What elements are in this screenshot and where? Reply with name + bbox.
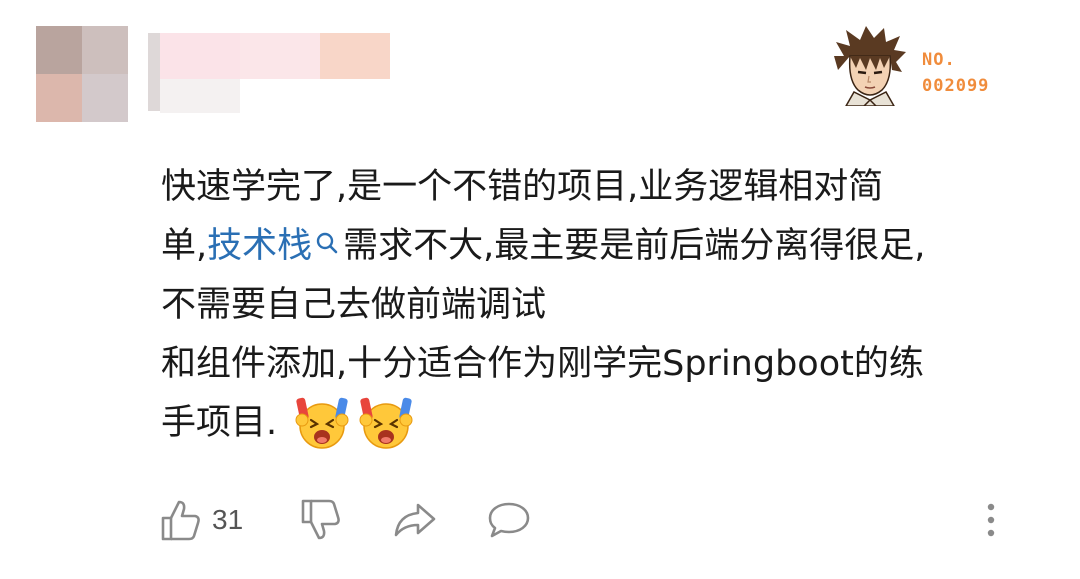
dislike-button[interactable] <box>300 490 342 550</box>
comment-text-segment: 不需要自己去做前端调试 <box>161 285 547 325</box>
share-icon <box>394 503 436 537</box>
badge-no-label: NO. <box>922 50 956 70</box>
search-icon <box>316 232 338 254</box>
username-blurred[interactable] <box>148 33 393 113</box>
reply-button[interactable] <box>487 490 531 550</box>
thumbs-up-icon <box>161 500 200 541</box>
comment-text-segment: 单, <box>161 226 208 266</box>
fan-badge-number: NO. 002099 <box>922 47 989 99</box>
keyword-link-text[interactable]: 技术栈 <box>207 226 312 266</box>
more-vertical-icon <box>987 503 995 537</box>
comment-line: 手项目. <box>161 394 1061 453</box>
comment-line: 快速学完了,是一个不错的项目,业务逻辑相对简 <box>161 158 1061 217</box>
comment-text-segment: 快速学完了,是一个不错的项目,业务逻辑相对简 <box>161 167 884 207</box>
comment-line: 不需要自己去做前端调试 <box>161 276 1061 335</box>
like-button[interactable]: 31 <box>160 490 243 550</box>
comment-text: 快速学完了,是一个不错的项目,业务逻辑相对简 单,技术栈 需求不大,最主要是前后端… <box>161 158 1061 453</box>
comment-text-segment: 手项目. <box>161 403 278 443</box>
cheering-emoji-icon <box>295 397 349 449</box>
comment-bubble-icon <box>488 502 530 538</box>
avatar[interactable] <box>36 26 128 122</box>
comment-line: 和组件添加,十分适合作为刚学完Springboot的练 <box>161 335 1061 394</box>
thumbs-down-icon <box>301 499 340 540</box>
cheering-emoji-icon <box>359 397 413 449</box>
comment-line: 单,技术栈 需求不大,最主要是前后端分离得很足, <box>161 217 1061 276</box>
comment-text-segment: 需求不大,最主要是前后端分离得很足, <box>343 226 926 266</box>
more-options-button[interactable] <box>982 490 1000 550</box>
like-count: 31 <box>212 504 244 535</box>
comment-action-bar: 31 <box>0 490 1080 550</box>
share-button[interactable] <box>392 490 438 550</box>
badge-number: 002099 <box>922 76 990 96</box>
fan-badge-avatar-icon <box>834 26 906 106</box>
comment-text-segment: 和组件添加,十分适合作为刚学完Springboot的练 <box>161 344 924 384</box>
keyword-search-link[interactable]: 技术栈 <box>207 226 343 266</box>
